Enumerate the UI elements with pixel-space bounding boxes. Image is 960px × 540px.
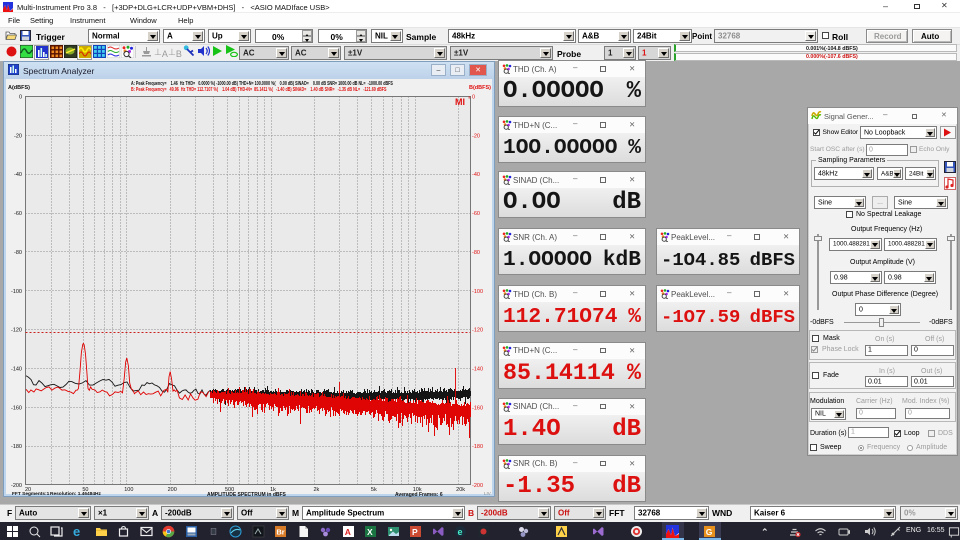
svg-text:-120: -120 <box>11 328 22 334</box>
svg-text:20k: 20k <box>456 487 465 493</box>
svg-text:e: e <box>458 527 463 537</box>
svg-text:-120: -120 <box>472 328 483 334</box>
svg-text:200: 200 <box>168 487 177 493</box>
svg-text:P: P <box>412 527 418 537</box>
svg-text:-20: -20 <box>472 133 480 139</box>
svg-text:Br: Br <box>276 527 284 536</box>
svg-text:-200: -200 <box>472 483 483 489</box>
svg-text:X: X <box>367 527 373 537</box>
svg-text:-60: -60 <box>472 211 480 217</box>
svg-text:e: e <box>73 525 80 538</box>
svg-text:MI: MI <box>455 97 465 107</box>
svg-text:-140: -140 <box>472 366 483 372</box>
svg-text:-140: -140 <box>11 366 22 372</box>
svg-text:-100: -100 <box>472 289 483 295</box>
svg-text:-40: -40 <box>14 172 22 178</box>
svg-text:5k: 5k <box>371 487 377 493</box>
svg-text:0: 0 <box>19 95 22 101</box>
svg-text:0: 0 <box>472 95 475 101</box>
svg-text:-160: -160 <box>11 405 22 411</box>
svg-text:®: ® <box>468 95 471 100</box>
svg-text:2k: 2k <box>313 487 319 493</box>
svg-text:-160: -160 <box>472 405 483 411</box>
svg-text:-180: -180 <box>11 444 22 450</box>
svg-text:-200: -200 <box>11 483 22 489</box>
svg-text:100: 100 <box>124 487 133 493</box>
svg-text:-80: -80 <box>14 250 22 256</box>
svg-text:G: G <box>706 527 713 537</box>
svg-text:-100: -100 <box>11 289 22 295</box>
svg-text:-40: -40 <box>472 172 480 178</box>
svg-text:-180: -180 <box>472 444 483 450</box>
svg-text:-20: -20 <box>14 133 22 139</box>
svg-text:-60: -60 <box>14 211 22 217</box>
svg-text:-80: -80 <box>472 250 480 256</box>
svg-text:A: A <box>345 527 351 537</box>
